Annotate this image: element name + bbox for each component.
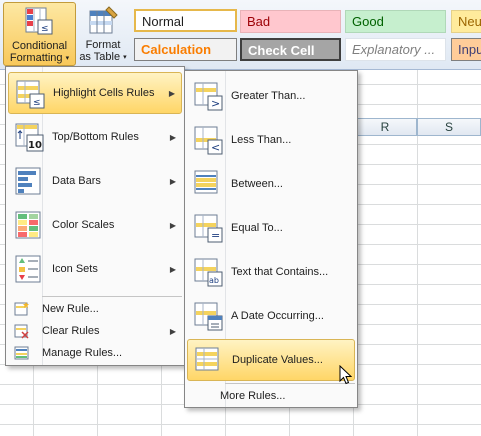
submenu-item-between[interactable]: Between... — [187, 163, 355, 205]
svg-text:ab: ab — [209, 276, 219, 285]
submenu-item-text-contains[interactable]: ab Text that Contains... — [187, 251, 355, 293]
format-as-table-icon — [89, 6, 118, 34]
submenu-arrow-icon: ▶ — [169, 132, 176, 142]
menu-item-label: Manage Rules... — [42, 347, 123, 359]
greater-than-icon: > — [194, 82, 223, 111]
conditional-formatting-line1: Conditional — [11, 40, 68, 52]
submenu-item-label: Greater Than... — [231, 90, 306, 102]
format-as-table-button[interactable]: Format as Table ▾ — [78, 2, 128, 66]
svg-text:<: < — [211, 141, 220, 154]
date-occurring-icon — [194, 302, 223, 331]
duplicate-values-icon — [195, 347, 219, 371]
style-explanatory[interactable]: Explanatory ... — [345, 38, 446, 61]
submenu-item-less-than[interactable]: < Less Than... — [187, 119, 355, 161]
icon-sets-icon — [15, 255, 41, 283]
submenu-arrow-icon: ▶ — [169, 326, 176, 336]
manage-rules-icon — [14, 346, 29, 360]
style-neutral[interactable]: Neu — [451, 10, 481, 33]
submenu-arrow-icon: ▶ — [169, 220, 176, 230]
submenu-arrow-icon: ▶ — [169, 176, 176, 186]
submenu-item-label: Duplicate Values... — [232, 354, 323, 366]
menu-item-label: Data Bars — [52, 175, 101, 187]
format-as-table-line1: Format — [85, 39, 121, 51]
text-contains-icon: ab — [194, 258, 223, 287]
menu-separator — [42, 296, 182, 297]
new-rule-icon — [14, 302, 29, 316]
submenu-item-label: Equal To... — [231, 222, 283, 234]
svg-text:≤: ≤ — [41, 24, 49, 34]
between-icon — [194, 170, 218, 194]
color-scales-icon — [15, 211, 41, 239]
clear-rules-icon — [14, 324, 29, 339]
submenu-item-label: More Rules... — [220, 390, 286, 402]
submenu-item-more-rules[interactable]: More Rules... — [187, 384, 355, 408]
menu-item-data-bars[interactable]: Data Bars ▶ — [8, 160, 182, 202]
style-normal[interactable]: Normal — [134, 9, 237, 32]
dropdown-caret-icon: ▾ — [123, 54, 127, 61]
mouse-pointer-icon — [339, 365, 352, 385]
conditional-formatting-button[interactable]: ≤ Conditional Formatting ▾ — [3, 2, 76, 66]
svg-text:≤: ≤ — [33, 98, 41, 108]
submenu-item-equal-to[interactable]: = Equal To... — [187, 207, 355, 249]
style-good[interactable]: Good — [345, 10, 446, 33]
submenu-item-greater-than[interactable]: > Greater Than... — [187, 75, 355, 117]
style-calculation[interactable]: Calculation — [134, 38, 237, 61]
svg-text:>: > — [211, 97, 220, 110]
dropdown-caret-icon: ▾ — [65, 55, 70, 62]
ribbon: ≤ Conditional Formatting ▾ Format as Tab… — [0, 0, 481, 70]
conditional-formatting-icon: ≤ — [25, 7, 52, 35]
menu-item-manage-rules[interactable]: Manage Rules... — [8, 342, 182, 364]
menu-item-top-bottom-rules[interactable]: 10 Top/Bottom Rules ▶ — [8, 116, 182, 158]
column-header-r[interactable]: R — [353, 118, 417, 136]
menu-item-label: Color Scales — [52, 219, 115, 231]
menu-item-label: Icon Sets — [52, 263, 98, 275]
submenu-item-label: Less Than... — [231, 134, 292, 146]
menu-item-icon-sets[interactable]: Icon Sets ▶ — [8, 248, 182, 290]
menu-item-color-scales[interactable]: Color Scales ▶ — [8, 204, 182, 246]
data-bars-icon — [15, 167, 41, 195]
svg-text:10: 10 — [28, 140, 42, 151]
highlight-cells-rules-submenu: > Greater Than... < Less Than... Between… — [184, 70, 358, 408]
submenu-item-label: A Date Occurring... — [231, 310, 324, 322]
conditional-formatting-menu: ≤ Highlight Cells Rules ▶ 10 Top/Bottom … — [5, 66, 185, 366]
menu-item-clear-rules[interactable]: Clear Rules ▶ — [8, 320, 182, 342]
submenu-arrow-icon: ▶ — [169, 264, 176, 274]
submenu-item-date-occurring[interactable]: A Date Occurring... — [187, 295, 355, 337]
style-bad[interactable]: Bad — [240, 10, 341, 33]
menu-item-highlight-cells-rules[interactable]: ≤ Highlight Cells Rules ▶ — [8, 72, 182, 114]
svg-text:=: = — [211, 229, 220, 242]
menu-item-label: New Rule... — [42, 303, 99, 315]
style-input[interactable]: Inpu — [451, 38, 481, 61]
less-than-icon: < — [194, 126, 223, 155]
submenu-arrow-icon: ▶ — [168, 88, 175, 98]
column-header-s[interactable]: S — [417, 118, 481, 136]
submenu-item-label: Text that Contains... — [231, 266, 329, 278]
highlight-cells-rules-icon: ≤ — [16, 80, 45, 109]
menu-item-label: Top/Bottom Rules — [52, 131, 139, 143]
conditional-formatting-line2: Formatting — [9, 52, 63, 64]
menu-item-label: Clear Rules — [42, 325, 100, 337]
cell-styles-gallery: Normal Bad Good Neu Calculation Check Ce… — [131, 7, 481, 65]
submenu-item-label: Between... — [231, 178, 283, 190]
menu-item-new-rule[interactable]: New Rule... — [8, 298, 182, 320]
submenu-item-duplicate-values[interactable]: Duplicate Values... — [187, 339, 355, 381]
equal-to-icon: = — [194, 214, 223, 243]
top-bottom-rules-icon: 10 — [15, 123, 44, 152]
format-as-table-line2: as Table — [79, 51, 121, 63]
menu-item-label: Highlight Cells Rules — [53, 87, 155, 99]
style-check-cell[interactable]: Check Cell — [240, 38, 341, 61]
